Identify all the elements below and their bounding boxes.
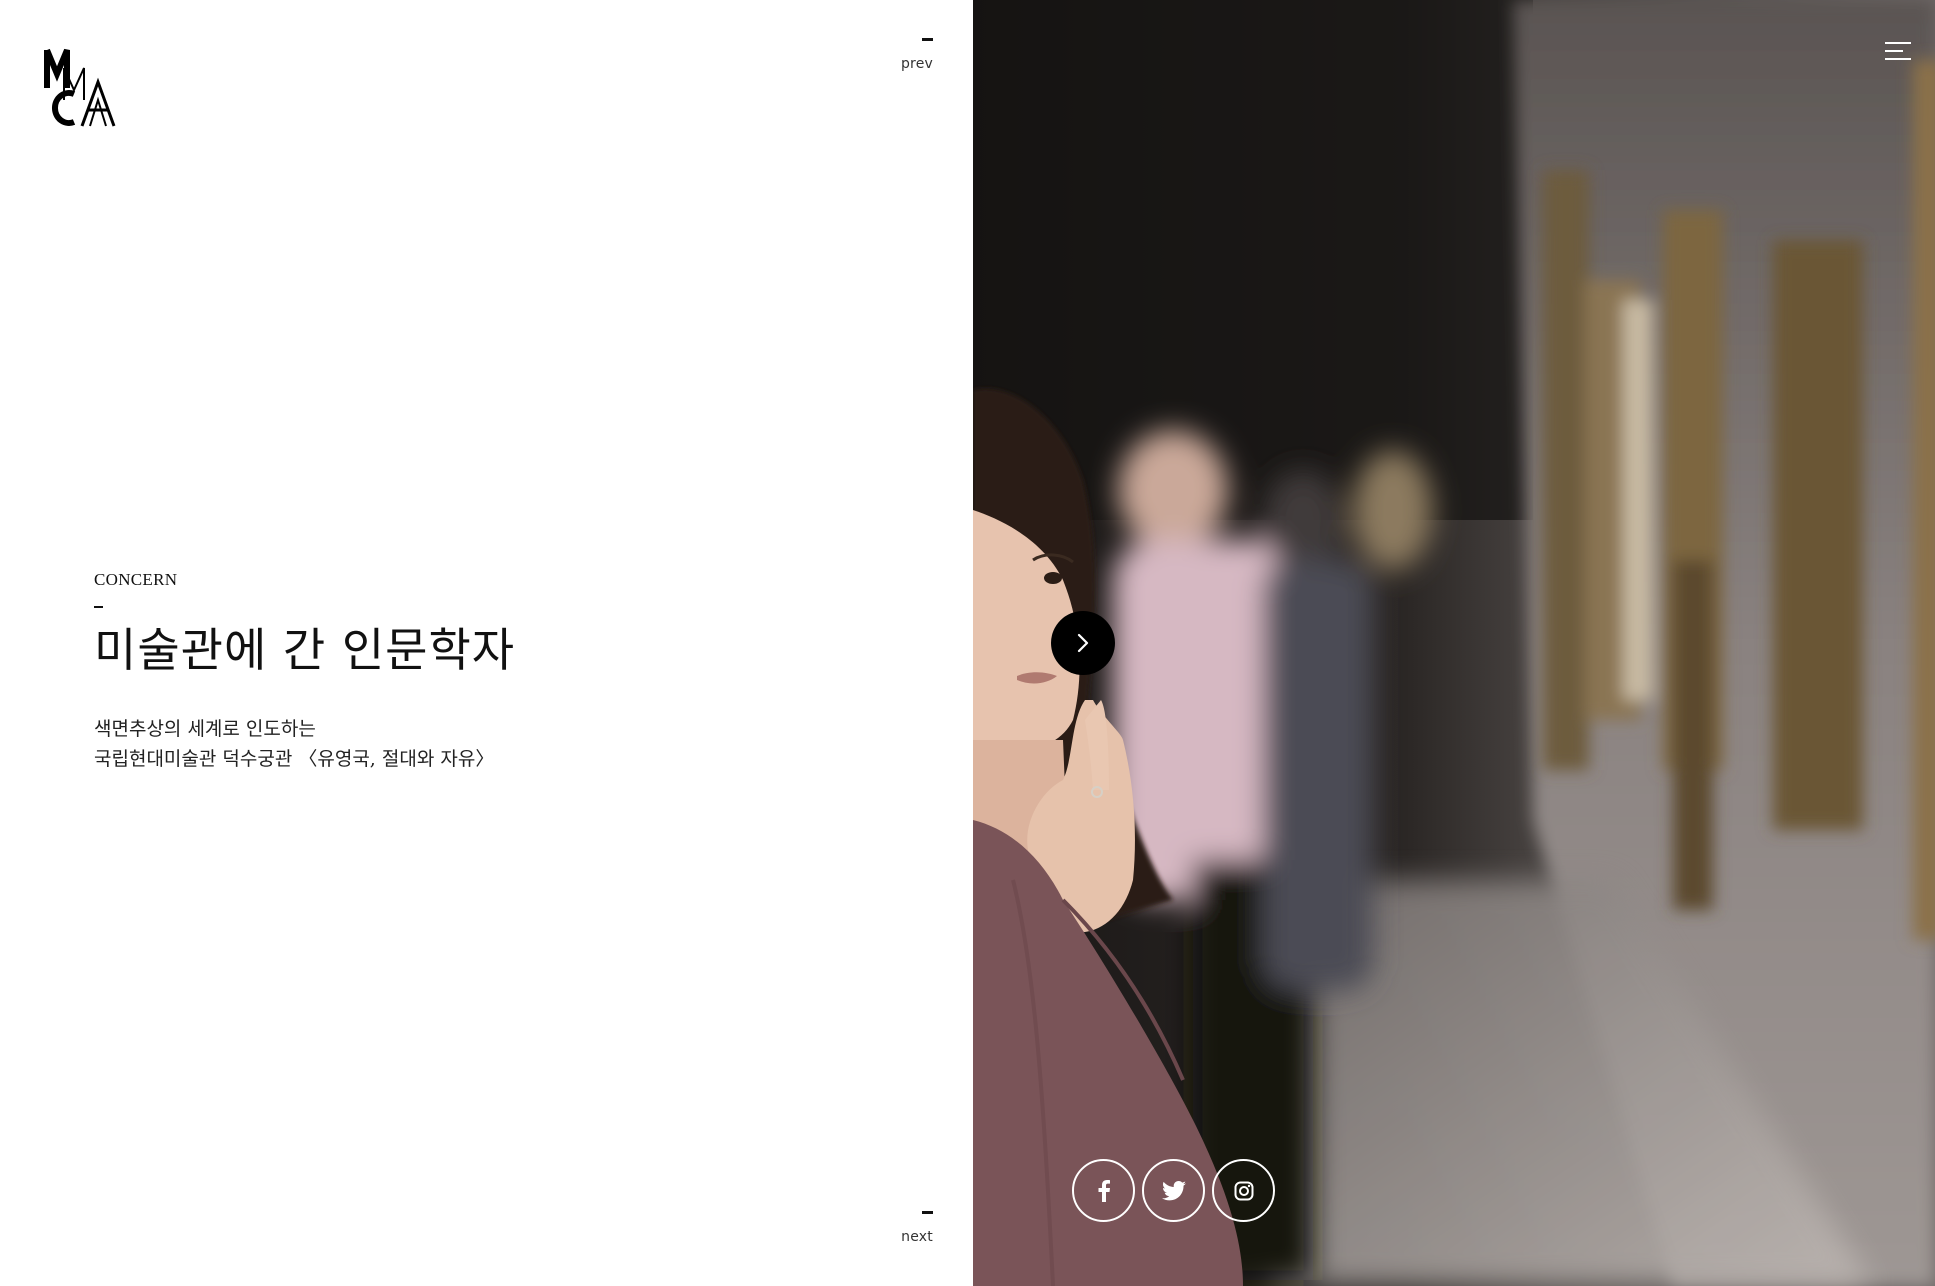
hamburger-menu-button[interactable] bbox=[1885, 42, 1913, 62]
menu-line bbox=[1885, 50, 1903, 52]
prev-label: prev bbox=[900, 56, 933, 72]
next-link[interactable]: next bbox=[873, 1211, 933, 1245]
social-share-group bbox=[1072, 1159, 1275, 1222]
article-title: 미술관에 간 인문학자 bbox=[94, 623, 516, 677]
hero-photo bbox=[973, 0, 1935, 1286]
prev-link[interactable]: prev bbox=[873, 38, 933, 72]
instagram-share-button[interactable] bbox=[1212, 1159, 1275, 1222]
facebook-share-button[interactable] bbox=[1072, 1159, 1135, 1222]
hero-photo-panel bbox=[973, 0, 1935, 1286]
chevron-right-icon bbox=[1077, 633, 1089, 653]
description-line: 색면추상의 세계로 인도하는 bbox=[94, 718, 316, 740]
prev-dash bbox=[922, 38, 933, 41]
category-label: CONCERN bbox=[94, 570, 178, 589]
page: prev CONCERN 미술관에 간 인문학자 색면추상의 세계로 인도하는 … bbox=[0, 0, 1935, 1286]
mmca-logo[interactable] bbox=[44, 48, 122, 128]
instagram-icon bbox=[1234, 1181, 1253, 1200]
article-description: 색면추상의 세계로 인도하는 국립현대미술관 덕수궁관 〈유영국, 절대와 자유… bbox=[94, 714, 734, 774]
twitter-icon bbox=[1161, 1180, 1186, 1200]
description-line: 국립현대미술관 덕수궁관 〈유영국, 절대와 자유〉 bbox=[94, 748, 495, 770]
category-divider bbox=[94, 606, 103, 608]
next-label: next bbox=[901, 1229, 933, 1245]
next-slide-button[interactable] bbox=[1051, 611, 1115, 675]
next-dash bbox=[922, 1211, 933, 1214]
article-panel: prev CONCERN 미술관에 간 인문학자 색면추상의 세계로 인도하는 … bbox=[0, 0, 973, 1286]
twitter-share-button[interactable] bbox=[1142, 1159, 1205, 1222]
facebook-icon bbox=[1098, 1179, 1110, 1202]
menu-line bbox=[1885, 58, 1911, 60]
article-content: CONCERN 미술관에 간 인문학자 색면추상의 세계로 인도하는 국립현대미… bbox=[94, 570, 734, 774]
menu-line bbox=[1885, 42, 1911, 44]
